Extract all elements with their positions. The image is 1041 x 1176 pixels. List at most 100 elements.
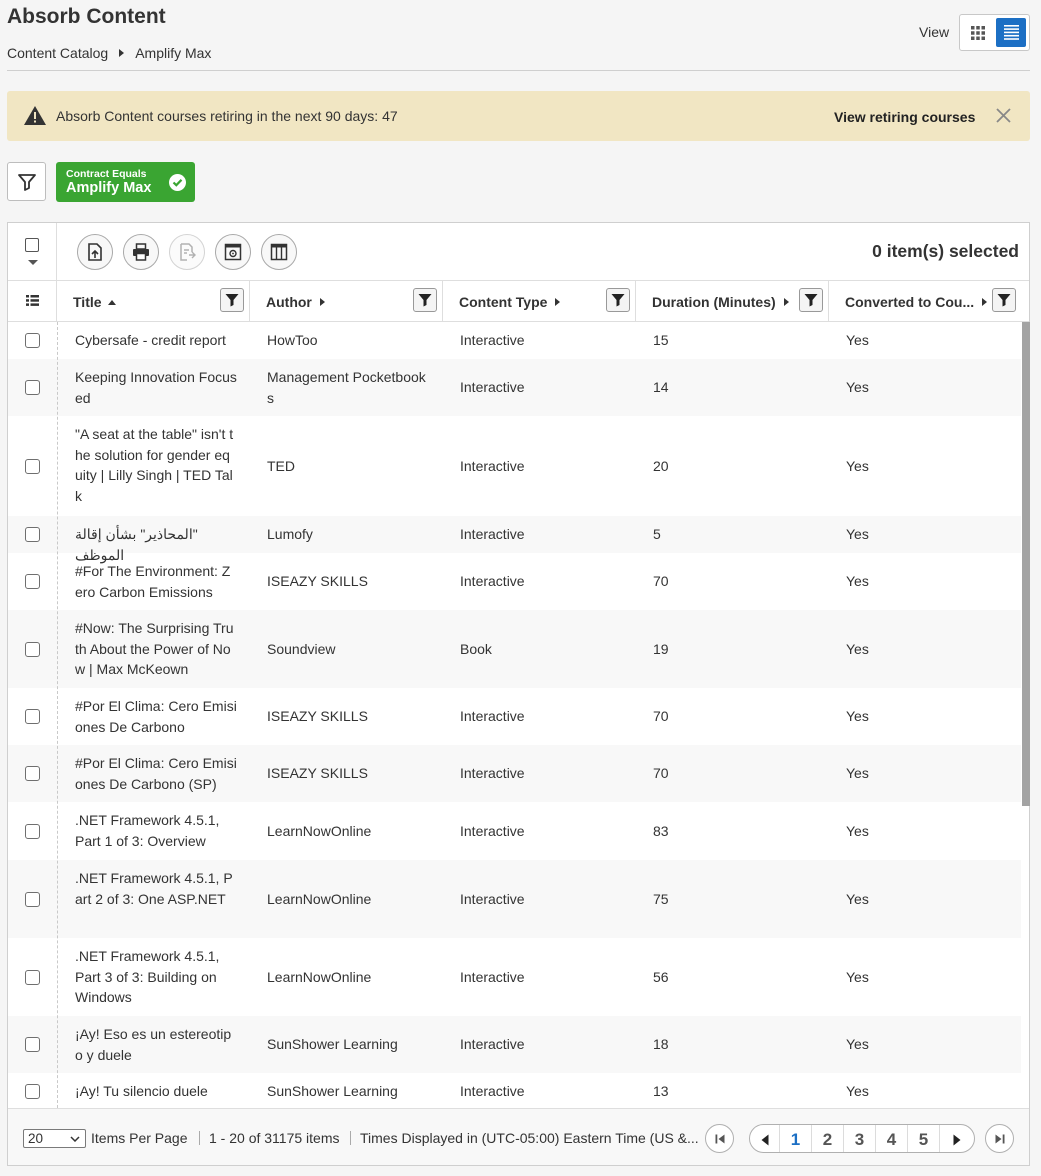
column-label: Title (73, 294, 102, 310)
bulk-select (8, 223, 57, 281)
row-checkbox[interactable] (25, 642, 40, 657)
cell-duration: 19 (653, 641, 669, 657)
cell-converted: Yes (846, 1083, 869, 1099)
grid-view-button[interactable] (963, 18, 993, 47)
columns-button[interactable] (261, 234, 297, 270)
breadcrumb-item-catalog[interactable]: Content Catalog (7, 45, 108, 61)
cell-converted: Yes (846, 332, 869, 348)
cell-title: #Now: The Surprising Truth About the Pow… (75, 620, 234, 677)
table-row[interactable]: .NET Framework 4.5.1, Part 3 of 3: Build… (8, 938, 1021, 1016)
view-retiring-courses-link[interactable]: View retiring courses (834, 109, 975, 125)
active-filter-chip[interactable]: Contract Equals Amplify Max (56, 162, 195, 202)
first-page-button[interactable] (705, 1124, 734, 1153)
row-checkbox[interactable] (25, 892, 40, 907)
cell-content-type: Book (460, 641, 492, 657)
table-row[interactable]: .NET Framework 4.5.1, Part 2 of 3: One A… (8, 860, 1021, 938)
items-per-page-select[interactable]: 20 (23, 1129, 86, 1148)
table-row[interactable]: #Por El Clima: Cero Emisiones De Carbono… (8, 745, 1021, 802)
cell-converted: Yes (846, 379, 869, 395)
table-row[interactable]: #For The Environment: Zero Carbon Emissi… (8, 553, 1021, 610)
cell-content-type: Interactive (460, 526, 525, 542)
chevron-left-icon (761, 1134, 768, 1145)
table-row[interactable]: #Now: The Surprising Truth About the Pow… (8, 610, 1021, 688)
page-1-button[interactable]: 1 (780, 1125, 812, 1152)
select-all-checkbox[interactable] (25, 238, 39, 252)
row-checkbox[interactable] (25, 574, 40, 589)
cell-title: .NET Framework 4.5.1, Part 1 of 3: Overv… (75, 812, 220, 849)
row-checkbox[interactable] (25, 709, 40, 724)
content-type-filter-button[interactable] (606, 288, 630, 312)
list-view-button[interactable] (996, 18, 1026, 47)
cell-converted: Yes (846, 641, 869, 657)
cell-author: Soundview (267, 641, 336, 657)
header-row-menu[interactable] (8, 281, 57, 321)
export-button[interactable] (77, 234, 113, 270)
cell-content-type: Interactive (460, 823, 525, 839)
page-2-button[interactable]: 2 (812, 1125, 844, 1152)
table-body: Cybersafe - credit report HowToo Interac… (8, 322, 1021, 1108)
filter-button[interactable] (7, 162, 46, 201)
table-row[interactable]: ¡Ay! Tu silencio duele SunShower Learnin… (8, 1073, 1021, 1108)
cell-content-type: Interactive (460, 1083, 525, 1099)
row-checkbox[interactable] (25, 380, 40, 395)
page-5-button[interactable]: 5 (908, 1125, 940, 1152)
row-checkbox[interactable] (25, 824, 40, 839)
duration-filter-button[interactable] (799, 288, 823, 312)
cell-content-type: Interactive (460, 332, 525, 348)
cell-author: ISEAZY SKILLS (267, 765, 368, 781)
author-filter-button[interactable] (413, 288, 437, 312)
cell-author: LearnNowOnline (267, 891, 372, 907)
table-row[interactable]: Keeping Innovation Focused Management Po… (8, 359, 1021, 416)
row-checkbox[interactable] (25, 1084, 40, 1099)
table-row[interactable]: "المحاذير" بشأن إقالة الموظف Lumofy Inte… (8, 516, 1021, 563)
table-row[interactable]: Cybersafe - credit report HowToo Interac… (8, 322, 1021, 359)
row-checkbox[interactable] (25, 333, 40, 348)
check-circle-icon (169, 174, 186, 191)
timezone-note: Times Displayed in (UTC-05:00) Eastern T… (360, 1130, 699, 1146)
page-4-button[interactable]: 4 (876, 1125, 908, 1152)
last-page-button[interactable] (985, 1124, 1014, 1153)
cell-duration: 70 (653, 765, 669, 781)
first-page-icon (715, 1134, 724, 1143)
close-icon[interactable] (996, 108, 1011, 123)
title-filter-button[interactable] (220, 288, 244, 312)
previous-page-button[interactable] (750, 1125, 780, 1152)
warning-icon (24, 106, 46, 125)
next-page-button[interactable] (940, 1125, 974, 1152)
sort-content-type[interactable]: Content Type (459, 294, 561, 310)
sort-converted[interactable]: Converted to Cou... (845, 294, 988, 310)
sort-icon (319, 298, 325, 306)
cell-author: SunShower Learning (267, 1083, 398, 1099)
cell-converted: Yes (846, 891, 869, 907)
items-per-page-label: Items Per Page (91, 1130, 188, 1146)
vertical-scrollbar[interactable] (1022, 322, 1030, 806)
row-checkbox[interactable] (25, 1037, 40, 1052)
funnel-icon (804, 294, 818, 307)
breadcrumb-separator-icon (119, 49, 125, 57)
row-checkbox[interactable] (25, 970, 40, 985)
table-row[interactable]: ¡Ay! Eso es un estereotipo y duele SunSh… (8, 1016, 1021, 1073)
column-header-content-type: Content Type (443, 281, 636, 321)
converted-filter-button[interactable] (992, 288, 1016, 312)
row-checkbox[interactable] (25, 766, 40, 781)
panel-settings-button[interactable] (215, 234, 251, 270)
cell-duration: 14 (653, 379, 669, 395)
print-button[interactable] (123, 234, 159, 270)
sort-author[interactable]: Author (266, 294, 325, 310)
assign-button[interactable] (169, 234, 205, 270)
table-row[interactable]: #Por El Clima: Cero Emisiones De Carbono… (8, 688, 1021, 745)
page-3-button[interactable]: 3 (844, 1125, 876, 1152)
select-menu-caret-icon[interactable] (28, 260, 38, 265)
cell-title: #Por El Clima: Cero Emisiones De Carbono (75, 698, 237, 735)
funnel-icon (17, 173, 36, 191)
row-checkbox[interactable] (25, 527, 40, 542)
sort-title[interactable]: Title (73, 294, 116, 310)
cell-author: LearnNowOnline (267, 969, 372, 985)
row-checkbox[interactable] (25, 459, 40, 474)
banner-message: Absorb Content courses retiring in the n… (56, 108, 398, 124)
cell-author: ISEAZY SKILLS (267, 708, 368, 724)
sort-duration[interactable]: Duration (Minutes) (652, 294, 789, 310)
table-row[interactable]: "A seat at the table" isn't the solution… (8, 416, 1021, 516)
table-row[interactable]: .NET Framework 4.5.1, Part 1 of 3: Overv… (8, 802, 1021, 860)
column-label: Author (266, 294, 312, 310)
